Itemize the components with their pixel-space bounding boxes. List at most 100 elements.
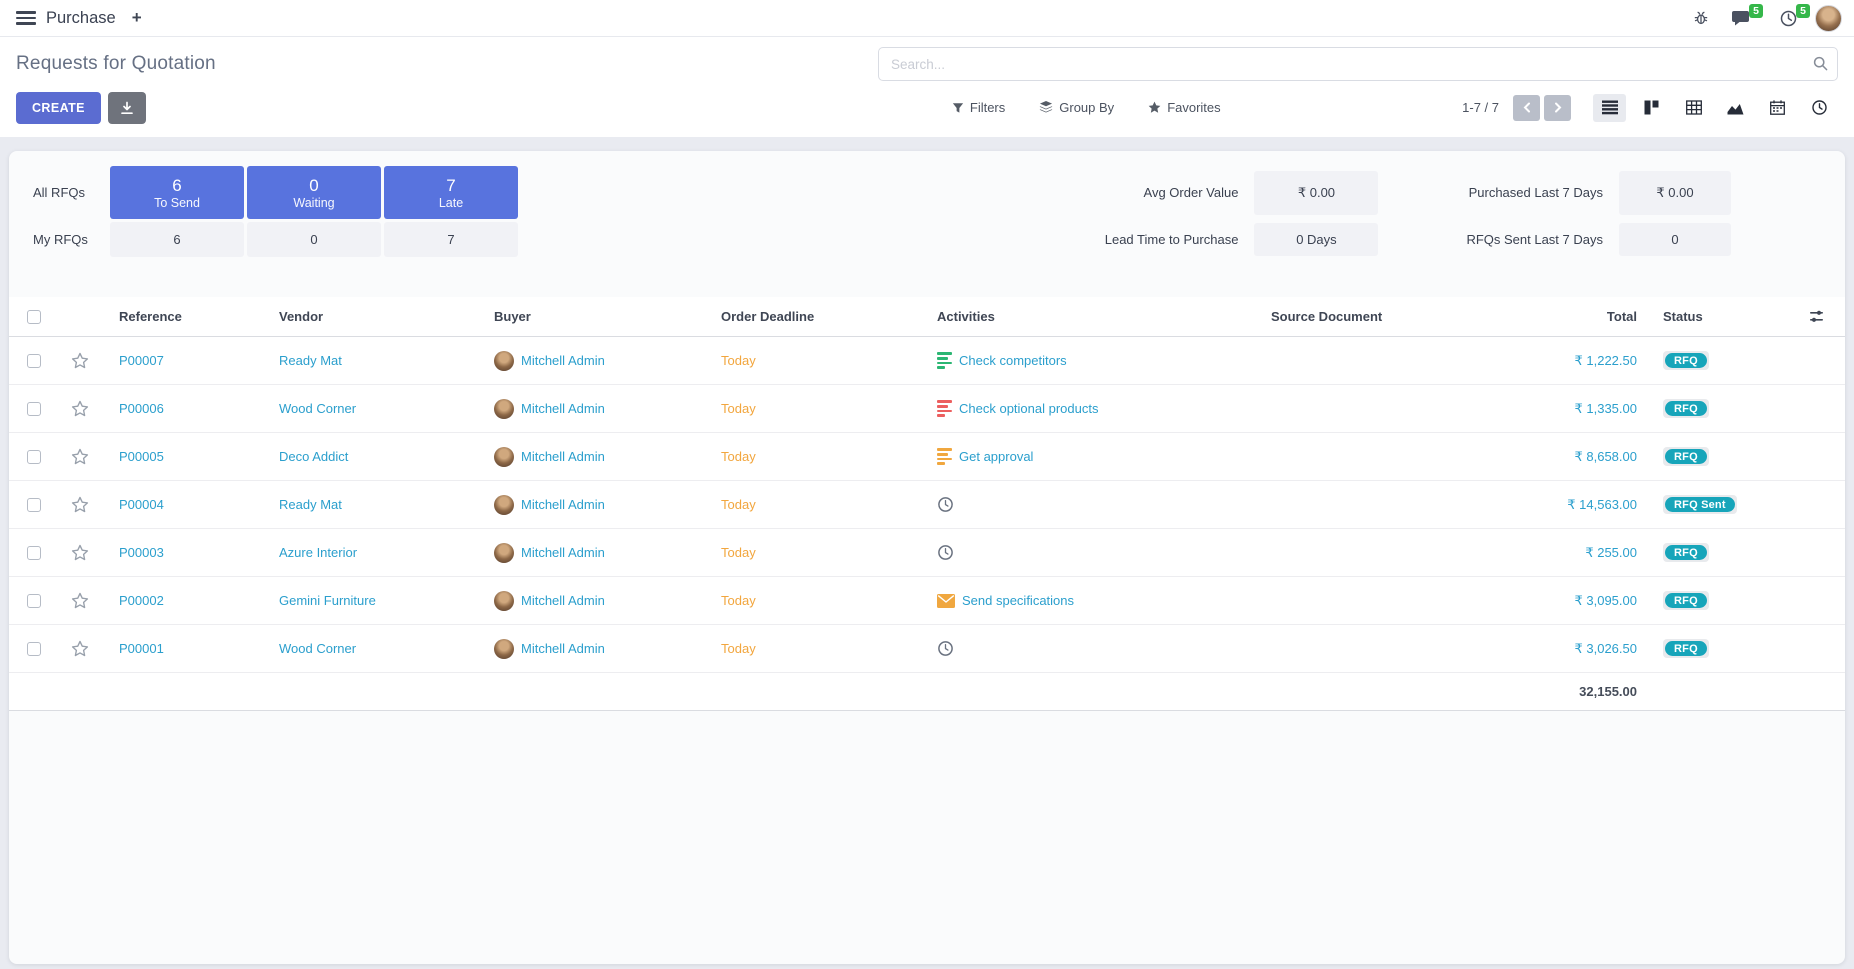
pivot-view-button[interactable]: [1677, 94, 1710, 122]
app-name[interactable]: Purchase: [46, 9, 116, 28]
activity-icon[interactable]: [937, 544, 954, 561]
tile-late[interactable]: 7 Late: [384, 166, 518, 219]
menu-icon[interactable]: [16, 11, 36, 25]
my-tile-late[interactable]: 7: [384, 222, 518, 257]
export-button[interactable]: [108, 92, 146, 124]
graph-view-button[interactable]: [1719, 94, 1752, 122]
table-row[interactable]: P00006 Wood Corner Mitchell Admin Today …: [9, 385, 1845, 433]
row-checkbox[interactable]: [27, 354, 41, 368]
activities-badge: 5: [1796, 4, 1810, 19]
vendor-link[interactable]: Deco Addict: [279, 449, 348, 464]
activity-label[interactable]: Get approval: [959, 449, 1033, 464]
filters-button[interactable]: Filters: [952, 100, 1005, 115]
activity-icon[interactable]: [937, 400, 952, 416]
pager-next-button[interactable]: [1544, 95, 1571, 121]
activities-clock-icon[interactable]: 5: [1780, 10, 1797, 27]
buyer-link[interactable]: Mitchell Admin: [521, 353, 605, 368]
buyer-link[interactable]: Mitchell Admin: [521, 641, 605, 656]
table-row[interactable]: P00001 Wood Corner Mitchell Admin Today …: [9, 625, 1845, 673]
row-checkbox[interactable]: [27, 594, 41, 608]
table-row[interactable]: P00002 Gemini Furniture Mitchell Admin T…: [9, 577, 1845, 625]
activity-label[interactable]: Check competitors: [959, 353, 1067, 368]
group-by-button[interactable]: Group By: [1039, 100, 1114, 115]
reference-link[interactable]: P00007: [119, 353, 164, 368]
vendor-link[interactable]: Ready Mat: [279, 353, 342, 368]
table-row[interactable]: P00007 Ready Mat Mitchell Admin Today Ch…: [9, 337, 1845, 385]
activity-view-button[interactable]: [1803, 94, 1836, 122]
search-icon[interactable]: [1813, 56, 1828, 71]
user-avatar[interactable]: [1815, 5, 1842, 32]
plus-icon[interactable]: +: [132, 8, 142, 28]
table-row[interactable]: P00004 Ready Mat Mitchell Admin Today ₹ …: [9, 481, 1845, 529]
create-button[interactable]: CREATE: [16, 92, 101, 124]
row-checkbox[interactable]: [27, 498, 41, 512]
reference-link[interactable]: P00004: [119, 497, 164, 512]
activity-view-icon: [1812, 100, 1827, 115]
favorites-button[interactable]: Favorites: [1148, 100, 1220, 115]
row-checkbox[interactable]: [27, 642, 41, 656]
optional-columns-icon[interactable]: [1809, 309, 1824, 324]
activity-icon[interactable]: [937, 448, 952, 464]
chevron-left-icon: [1523, 102, 1531, 113]
row-checkbox[interactable]: [27, 546, 41, 560]
row-checkbox[interactable]: [27, 402, 41, 416]
header-total[interactable]: Total: [1539, 309, 1639, 324]
reference-link[interactable]: P00002: [119, 593, 164, 608]
order-deadline: Today: [721, 593, 756, 608]
activity-icon[interactable]: [937, 594, 955, 608]
favorite-star-icon[interactable]: [71, 352, 89, 370]
vendor-link[interactable]: Gemini Furniture: [279, 593, 376, 608]
top-navbar: Purchase + 5 5: [0, 0, 1854, 37]
buyer-link[interactable]: Mitchell Admin: [521, 545, 605, 560]
buyer-link[interactable]: Mitchell Admin: [521, 401, 605, 416]
row-checkbox[interactable]: [27, 450, 41, 464]
search-input[interactable]: [878, 47, 1838, 81]
header-buyer[interactable]: Buyer: [474, 309, 701, 324]
reference-link[interactable]: P00006: [119, 401, 164, 416]
vendor-link[interactable]: Wood Corner: [279, 401, 356, 416]
buyer-link[interactable]: Mitchell Admin: [521, 449, 605, 464]
favorite-star-icon[interactable]: [71, 400, 89, 418]
activity-label[interactable]: Check optional products: [959, 401, 1098, 416]
vendor-link[interactable]: Azure Interior: [279, 545, 357, 560]
header-status[interactable]: Status: [1639, 309, 1787, 324]
calendar-view-button[interactable]: [1761, 94, 1794, 122]
favorite-star-icon[interactable]: [71, 544, 89, 562]
vendor-link[interactable]: Wood Corner: [279, 641, 356, 656]
reference-link[interactable]: P00005: [119, 449, 164, 464]
buyer-avatar: [494, 639, 514, 659]
my-tile-to-send[interactable]: 6: [110, 222, 244, 257]
table-row[interactable]: P00003 Azure Interior Mitchell Admin Tod…: [9, 529, 1845, 577]
buyer-link[interactable]: Mitchell Admin: [521, 497, 605, 512]
my-tile-waiting[interactable]: 0: [247, 222, 381, 257]
header-source-document[interactable]: Source Document: [1251, 309, 1539, 324]
reference-link[interactable]: P00001: [119, 641, 164, 656]
favorite-star-icon[interactable]: [71, 448, 89, 466]
favorite-star-icon[interactable]: [71, 496, 89, 514]
activity-label[interactable]: Send specifications: [962, 593, 1074, 608]
pager-previous-button[interactable]: [1513, 95, 1540, 121]
select-all-checkbox[interactable]: [27, 310, 41, 324]
activity-icon[interactable]: [937, 640, 954, 657]
list-view-button[interactable]: [1593, 94, 1626, 122]
tile-waiting[interactable]: 0 Waiting: [247, 166, 381, 219]
header-vendor[interactable]: Vendor: [259, 309, 474, 324]
favorite-star-icon[interactable]: [71, 592, 89, 610]
buyer-link[interactable]: Mitchell Admin: [521, 593, 605, 608]
bug-icon[interactable]: [1693, 10, 1709, 26]
activity-icon[interactable]: [937, 352, 952, 368]
status-badge: RFQ: [1663, 543, 1709, 562]
reference-link[interactable]: P00003: [119, 545, 164, 560]
buyer-avatar: [494, 591, 514, 611]
favorite-star-icon[interactable]: [71, 640, 89, 658]
messages-icon[interactable]: 5: [1731, 10, 1750, 27]
table-row[interactable]: P00005 Deco Addict Mitchell Admin Today …: [9, 433, 1845, 481]
activity-icon[interactable]: [937, 496, 954, 513]
header-order-deadline[interactable]: Order Deadline: [701, 309, 917, 324]
kanban-view-button[interactable]: [1635, 94, 1668, 122]
graph-view-icon: [1727, 101, 1744, 115]
header-reference[interactable]: Reference: [101, 309, 259, 324]
header-activities[interactable]: Activities: [917, 309, 1251, 324]
tile-to-send[interactable]: 6 To Send: [110, 166, 244, 219]
vendor-link[interactable]: Ready Mat: [279, 497, 342, 512]
